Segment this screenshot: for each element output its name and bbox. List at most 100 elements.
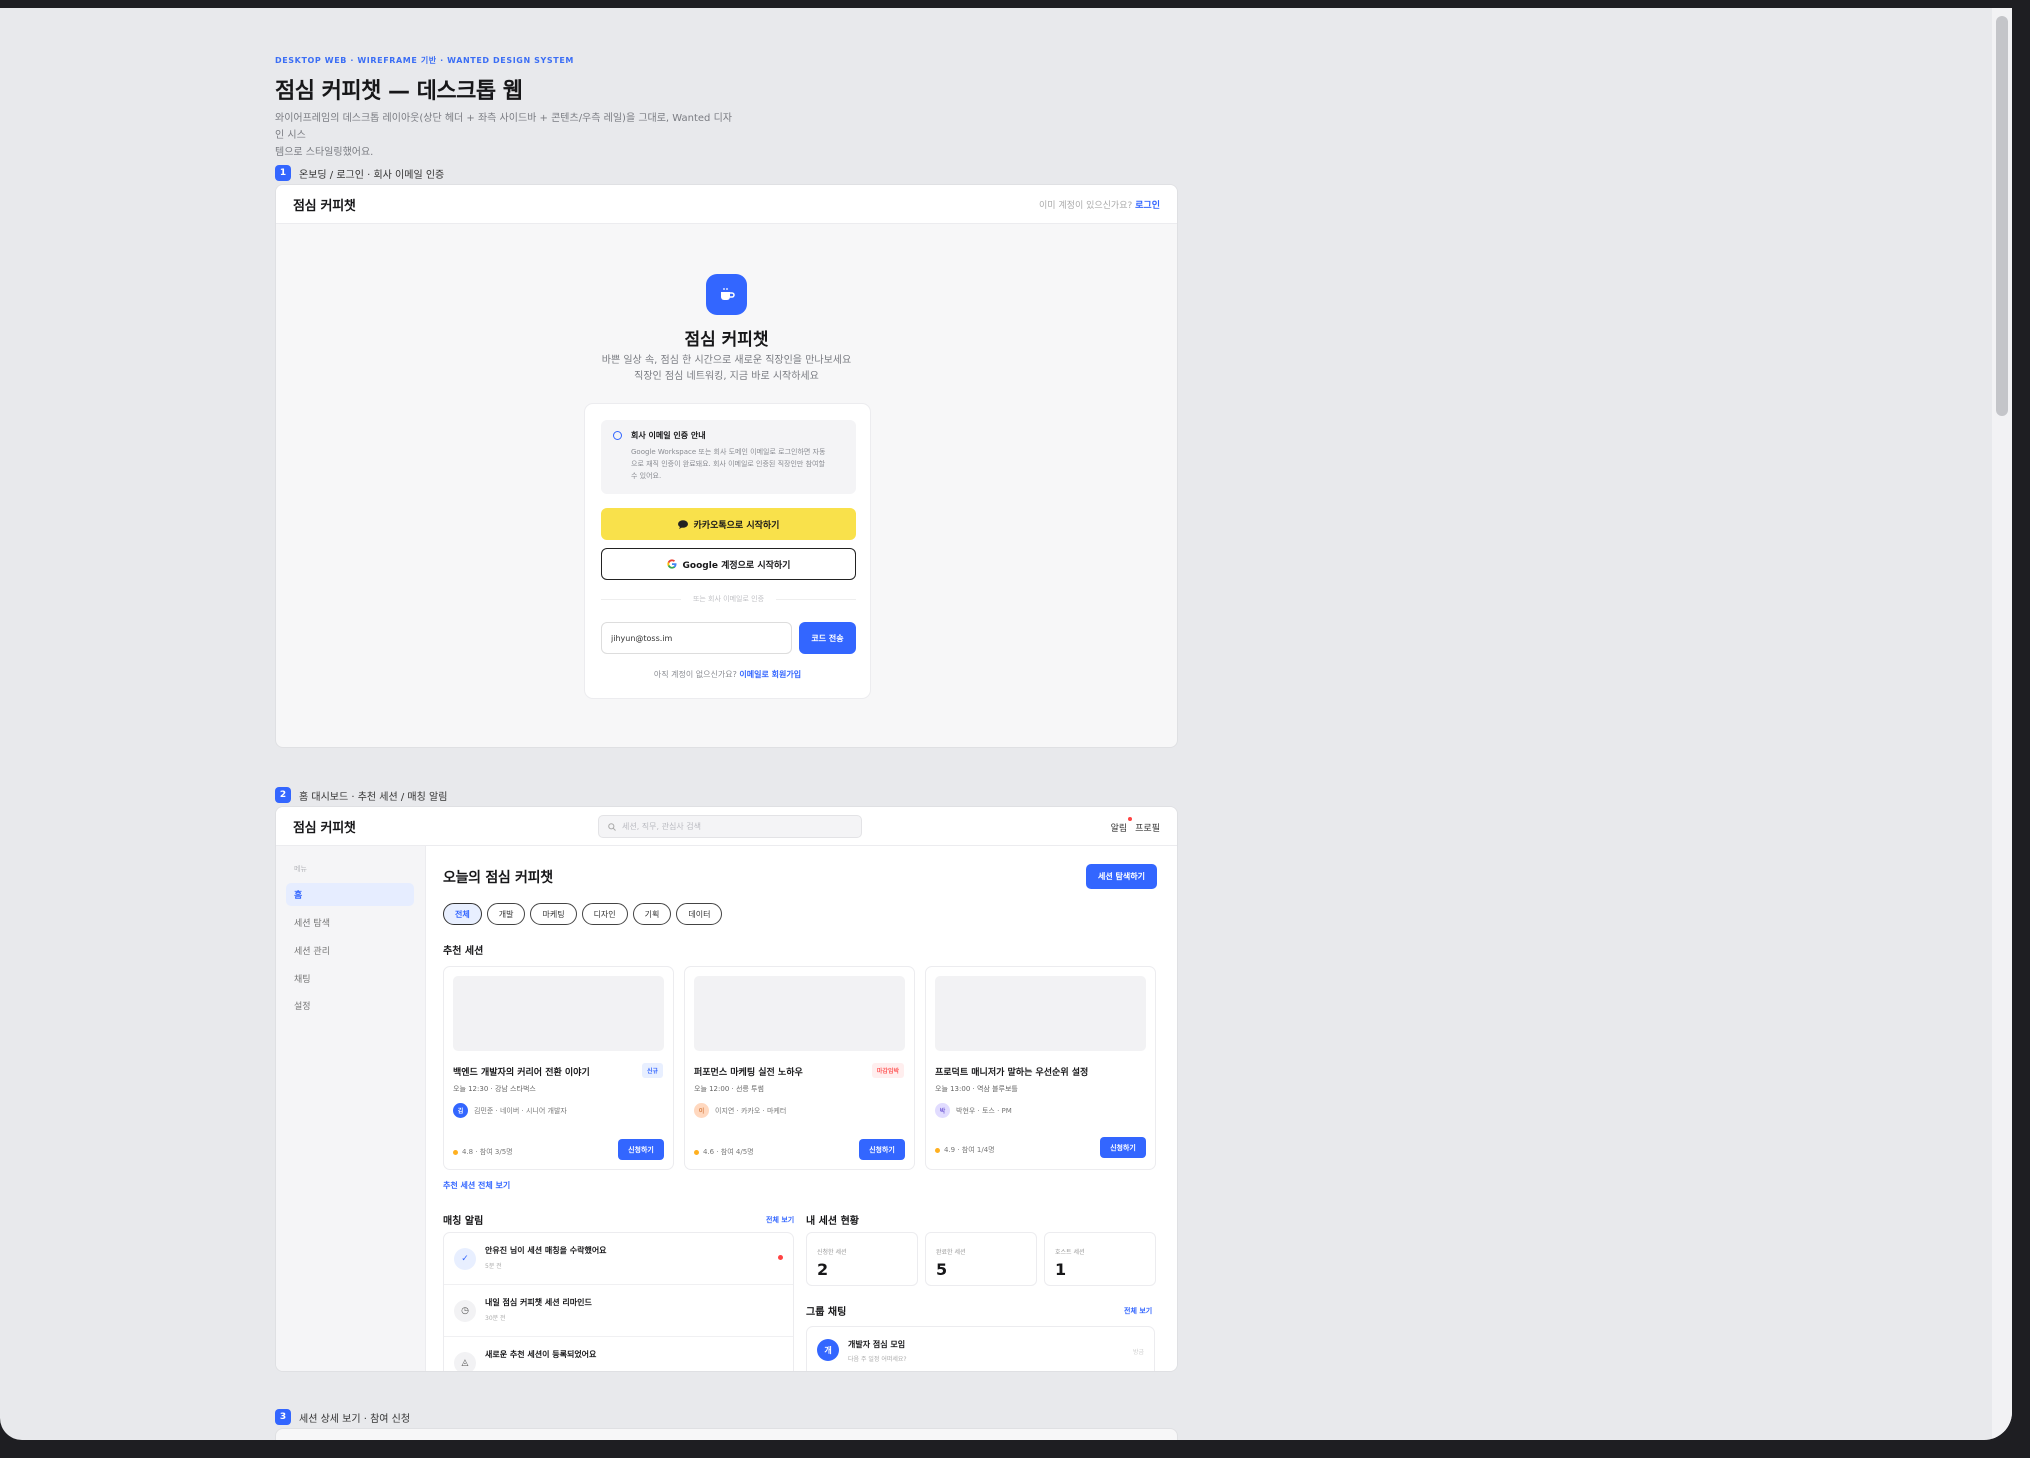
host-info: 박현우 · 토스 · PM [956, 1106, 1012, 1115]
check-icon: ✓ [454, 1248, 476, 1270]
list-item[interactable]: ◬ 새로운 추천 세션이 등록되었어요 [444, 1337, 793, 1371]
onboarding-title: 점심 커피챗 [684, 330, 769, 350]
frame-header: 점심 커피챗 이미 계정이 있으신가요? 로그인 [276, 185, 1177, 224]
chip-dev[interactable]: 개발 [486, 903, 526, 925]
notice-line: 으로 재직 인증이 완료돼요. 회사 이메일로 인증된 직장인만 참여할 [631, 460, 825, 468]
unread-dot [778, 1255, 783, 1260]
notification-list: ✓ 안유진 님이 세션 매칭을 수락했어요 5분 전 ◷ 내일 점심 커피챗 세… [443, 1232, 794, 1371]
avatar: 박 [935, 1103, 950, 1118]
eyebrow: DESKTOP WEB · WIREFRAME 기반 · WANTED DESI… [275, 56, 574, 65]
avatar: 개 [817, 1339, 839, 1361]
sidebar-caption: 메뉴 [294, 865, 307, 873]
host-row: 박 박현우 · 토스 · PM [935, 1103, 1012, 1118]
chip-all[interactable]: 전체 [443, 903, 482, 925]
sidebar-item-home[interactable]: 홈 [286, 883, 414, 906]
section-label-2: 2 홈 대시보드 · 추천 세션 / 매칭 알림 [275, 787, 447, 803]
sidebar-item-manage[interactable]: 세션 관리 [286, 939, 414, 962]
notification-time: 5분 전 [485, 1263, 502, 1270]
host-row: 김 김민준 · 네이버 · 시니어 개발자 [453, 1103, 567, 1118]
section-number: 3 [275, 1409, 291, 1425]
session-thumbnail [935, 976, 1146, 1051]
clock-icon: ◷ [454, 1300, 476, 1322]
brand-logo[interactable]: 점심 커피챗 [293, 817, 356, 836]
scrollbar[interactable] [1992, 8, 2012, 1440]
category-chips: 전체 개발 마케팅 디자인 기획 데이터 [443, 903, 723, 925]
session-card[interactable]: 프로덕트 매니저가 말하는 우선순위 설정 오늘 13:00 · 역삼 블루보틀… [925, 966, 1156, 1170]
rating: 4.9 · 참여 1/4명 [935, 1145, 995, 1155]
stat-completed[interactable]: 완료한 세션 5 [925, 1232, 1037, 1286]
google-label: Google 계정으로 시작하기 [682, 560, 791, 571]
page-title: 점심 커피챗 — 데스크톱 웹 [275, 79, 523, 104]
notification-text: 새로운 추천 세션이 등록되었어요 [485, 1350, 597, 1359]
stat-label: 신청한 세션 [817, 1249, 847, 1256]
search-placeholder: 세션, 직무, 관심사 검색 [622, 822, 701, 831]
subtitle-line: 바쁜 일상 속, 점심 한 시간으로 새로운 직장인을 만나보세요 [601, 355, 852, 366]
dashboard-frame: 점심 커피챗 세션, 직무, 관심사 검색 알림 프로필 메뉴 홈 세션 탐색 … [275, 806, 1178, 1372]
section-title: 세션 상세 보기 · 참여 신청 [299, 1413, 411, 1425]
section-number: 2 [275, 787, 291, 803]
session-card[interactable]: 퍼포먼스 마케팅 실전 노하우 마감임박 오늘 12:00 · 선릉 투썸 이 … [684, 966, 915, 1170]
kakao-login-button[interactable]: 카카오톡으로 시작하기 [601, 508, 856, 540]
notice-line: Google Workspace 또는 회사 도메인 이메일로 로그인하면 자동 [631, 448, 826, 456]
rating-text: 4.9 · 참여 1/4명 [944, 1146, 995, 1154]
apply-button[interactable]: 신청하기 [859, 1139, 905, 1160]
host-info: 김민준 · 네이버 · 시니어 개발자 [474, 1106, 567, 1115]
notice-title: 회사 이메일 인증 안내 [631, 431, 706, 440]
login-prompt: 이미 계정이 있으신가요? 로그인 [1039, 198, 1160, 211]
section-label-3: 3 세션 상세 보기 · 참여 신청 [275, 1409, 410, 1425]
group-chat-all-link[interactable]: 전체 보기 [1124, 1306, 1152, 1316]
scrollbar-thumb[interactable] [1996, 16, 2008, 416]
notification-text: 안유진 님이 세션 매칭을 수락했어요 [485, 1246, 607, 1255]
notifications-label: 알림 [1110, 824, 1128, 834]
sidebar-item-chat[interactable]: 채팅 [286, 967, 414, 990]
explore-sessions-button[interactable]: 세션 탐색하기 [1086, 864, 1157, 889]
onboarding-subtitle: 바쁜 일상 속, 점심 한 시간으로 새로운 직장인을 만나보세요 직장인 점심… [276, 353, 1177, 385]
sidebar: 메뉴 홈 세션 탐색 세션 관리 채팅 설정 [276, 846, 426, 1371]
signup-link[interactable]: 이메일로 회원가입 [739, 670, 801, 679]
status-badge: 마감임박 [871, 1063, 904, 1078]
apply-button[interactable]: 신청하기 [618, 1139, 664, 1160]
stat-applied[interactable]: 신청한 세션 2 [806, 1232, 918, 1286]
session-meta: 오늘 13:00 · 역삼 블루보틀 [935, 1085, 1018, 1093]
email-notice: 회사 이메일 인증 안내 Google Workspace 또는 회사 도메인 … [601, 420, 856, 494]
session-title: 퍼포먼스 마케팅 실전 노하우 [694, 1068, 803, 1078]
stat-hosted[interactable]: 호스트 세션 1 [1044, 1232, 1156, 1286]
rating: 4.6 · 참여 4/5명 [694, 1147, 754, 1157]
chip-planning[interactable]: 기획 [632, 903, 672, 925]
chip-data[interactable]: 데이터 [676, 903, 723, 925]
info-icon [613, 431, 622, 440]
bell-icon: ◬ [454, 1352, 476, 1371]
chip-marketing[interactable]: 마케팅 [530, 903, 577, 925]
profile-link[interactable]: 프로필 [1135, 821, 1160, 834]
session-detail-frame [275, 1428, 1178, 1440]
notification-text: 내일 점심 커피챗 세션 리마인드 [485, 1298, 592, 1307]
matching-all-link[interactable]: 전체 보기 [766, 1215, 794, 1225]
google-login-button[interactable]: Google 계정으로 시작하기 [601, 548, 856, 580]
status-heading: 내 세션 현황 [806, 1216, 859, 1227]
section-label-1: 1 온보딩 / 로그인 · 회사 이메일 인증 [275, 165, 444, 181]
list-item[interactable]: ✓ 안유진 님이 세션 매칭을 수락했어요 5분 전 [444, 1233, 793, 1285]
page-description: 와이어프레임의 데스크톱 레이아웃(상단 헤더 + 좌측 사이드바 + 콘텐츠/… [275, 110, 735, 161]
sidebar-item-explore[interactable]: 세션 탐색 [286, 911, 414, 934]
apply-button[interactable]: 신청하기 [1100, 1137, 1146, 1158]
notifications-link[interactable]: 알림 [1110, 817, 1133, 834]
stat-value: 1 [1055, 1260, 1067, 1279]
brand-logo[interactable]: 점심 커피챗 [293, 195, 356, 214]
session-card[interactable]: 백엔드 개발자의 커리어 전환 이야기 신규 오늘 12:30 · 강남 스타벅… [443, 966, 674, 1170]
email-field[interactable] [601, 622, 792, 654]
chat-item[interactable]: 개 개발자 점심 모임 다음 주 일정 어떠세요? 방금 [806, 1326, 1155, 1371]
divider: 또는 회사 이메일로 인증 [601, 594, 856, 604]
search-input[interactable]: 세션, 직무, 관심사 검색 [598, 815, 862, 838]
auth-card: 회사 이메일 인증 안내 Google Workspace 또는 회사 도메인 … [584, 403, 871, 699]
kakao-label: 카카오톡으로 시작하기 [693, 520, 780, 531]
desc-line: 와이어프레임의 데스크톱 레이아웃(상단 헤더 + 좌측 사이드바 + 콘텐츠/… [275, 113, 732, 141]
chip-design[interactable]: 디자인 [581, 903, 628, 925]
list-item[interactable]: ◷ 내일 점심 커피챗 세션 리마인드 30분 전 [444, 1285, 793, 1337]
stat-value: 2 [817, 1260, 829, 1279]
recommended-all-link[interactable]: 추천 세션 전체 보기 [443, 1180, 510, 1191]
login-link[interactable]: 로그인 [1135, 201, 1160, 211]
login-prompt-text: 이미 계정이 있으신가요? [1038, 201, 1133, 211]
send-code-button[interactable]: 코드 전송 [799, 622, 856, 654]
status-badge: 신규 [641, 1063, 663, 1078]
sidebar-item-settings[interactable]: 설정 [286, 994, 414, 1017]
